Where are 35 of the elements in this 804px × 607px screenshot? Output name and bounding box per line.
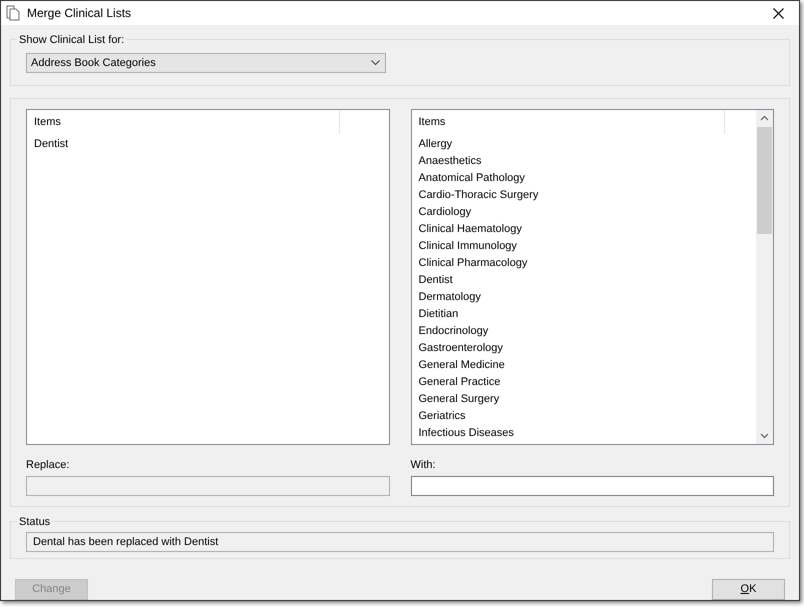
- chevron-down-icon: [371, 60, 380, 66]
- status-field: Dental has been replaced with Dentist: [26, 532, 774, 552]
- list-box[interactable]: Items Dentist: [26, 109, 390, 445]
- list-item[interactable]: Gastroenterology: [412, 340, 756, 357]
- column-header[interactable]: Items: [27, 110, 340, 134]
- list-item[interactable]: Cardio-Thoracic Surgery: [412, 187, 756, 204]
- list-item[interactable]: Clinical Haematology: [412, 221, 756, 238]
- window-title: Merge Clinical Lists: [27, 5, 132, 22]
- column-header[interactable]: Items: [412, 110, 724, 134]
- scrollbar-thumb[interactable]: [757, 127, 772, 234]
- list-item[interactable]: Endocrinology: [412, 323, 756, 340]
- documents-icon: [6, 5, 20, 21]
- list-item[interactable]: General Medicine: [412, 357, 756, 374]
- dialog-button[interactable]: OK: [712, 579, 785, 600]
- list-item[interactable]: Dentist: [27, 136, 388, 153]
- scrollbar[interactable]: [756, 110, 773, 444]
- list-item[interactable]: Geriatrics: [412, 408, 756, 425]
- list-item[interactable]: Anatomical Pathology: [412, 170, 756, 187]
- list-item[interactable]: Infectious Diseases: [412, 425, 756, 442]
- close-icon[interactable]: [773, 8, 784, 18]
- list-item[interactable]: Clinical Immunology: [412, 238, 756, 255]
- list-item[interactable]: Dermatology: [412, 289, 756, 306]
- list-item[interactable]: General Surgery: [412, 391, 756, 408]
- list-item[interactable]: General Practice: [412, 374, 756, 391]
- category-dropdown[interactable]: Address Book Categories: [26, 53, 386, 73]
- field-label: Replace:: [26, 459, 70, 472]
- list-item[interactable]: Allergy: [412, 136, 756, 153]
- list-item[interactable]: Cardiology: [412, 204, 756, 221]
- field-label: With:: [410, 459, 437, 472]
- text-field[interactable]: [410, 476, 774, 496]
- list-item[interactable]: Clinical Pharmacology: [412, 255, 756, 272]
- list-item[interactable]: Dietitian: [412, 306, 756, 323]
- list-item[interactable]: Dentist: [412, 272, 756, 289]
- list-item[interactable]: Anaesthetics: [412, 153, 756, 170]
- list-box[interactable]: [410, 109, 774, 445]
